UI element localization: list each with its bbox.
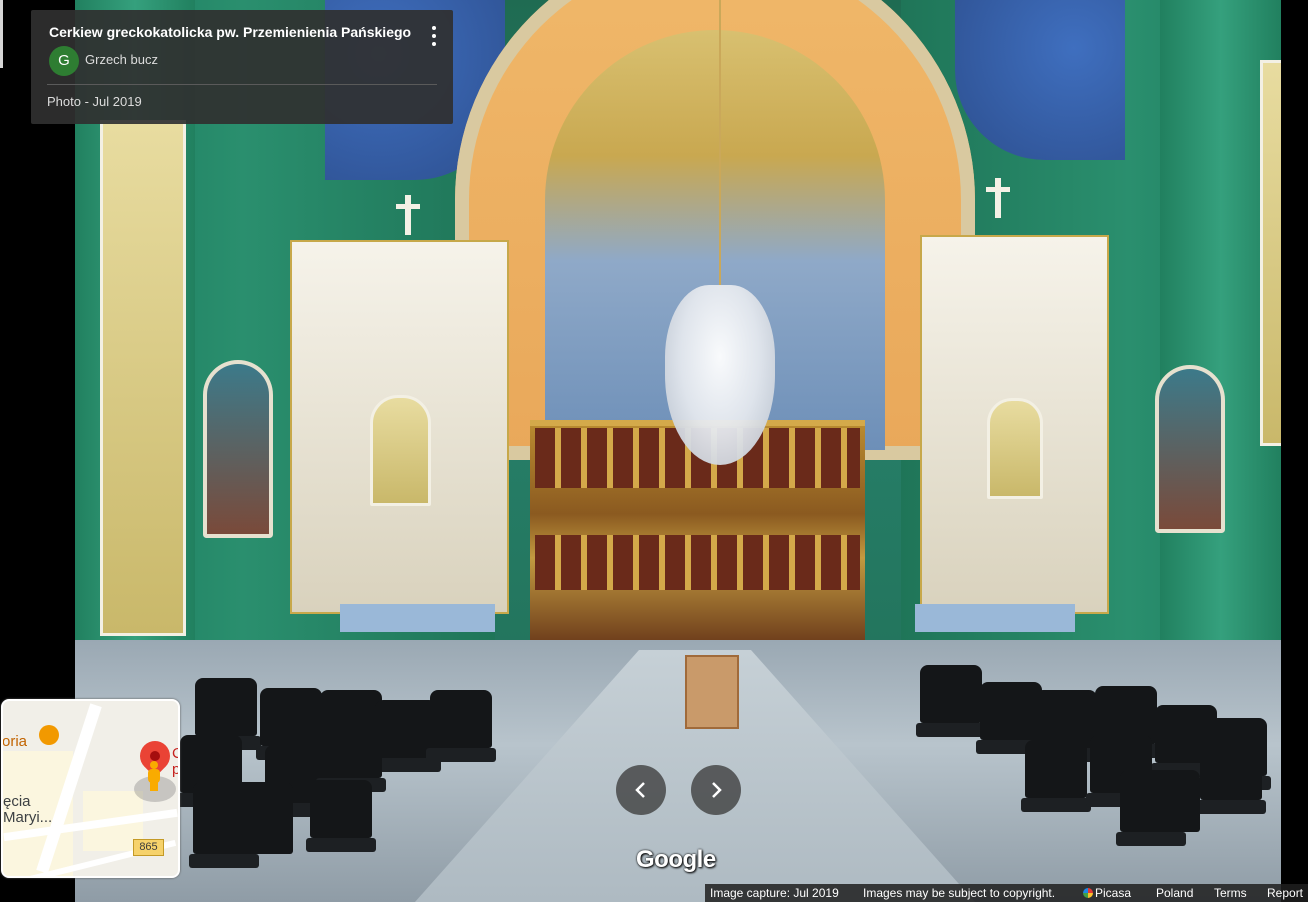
picasa-icon bbox=[1083, 888, 1093, 898]
left-edge-strip bbox=[0, 0, 3, 68]
pegman-legs bbox=[150, 781, 158, 791]
google-logo: Google bbox=[636, 846, 716, 873]
restaurant-icon bbox=[39, 725, 59, 745]
card-divider bbox=[47, 84, 437, 85]
chair bbox=[1196, 742, 1266, 814]
attribution-bar: Image capture: Jul 2019 Images may be su… bbox=[705, 884, 1308, 902]
chandelier-crystals bbox=[665, 285, 775, 465]
image-capture-date: Image capture: Jul 2019 bbox=[710, 886, 839, 900]
panorama-view[interactable] bbox=[75, 0, 1281, 902]
route-shield: 865 bbox=[133, 839, 164, 856]
map-label-place: C p bbox=[172, 746, 180, 778]
picasa-label: Picasa bbox=[1095, 886, 1132, 900]
report-link[interactable]: Report bbox=[1267, 886, 1303, 900]
chevron-left-icon bbox=[635, 782, 645, 798]
chair bbox=[256, 688, 326, 760]
terms-link[interactable]: Terms bbox=[1214, 886, 1247, 900]
chair bbox=[191, 678, 261, 750]
location-pin-dot bbox=[150, 751, 160, 761]
pegman-head bbox=[150, 761, 158, 769]
right-black-margin bbox=[1281, 0, 1308, 902]
chair bbox=[426, 690, 496, 762]
country-label[interactable]: Poland bbox=[1156, 886, 1193, 900]
photo-date: Photo - Jul 2019 bbox=[47, 94, 142, 109]
place-info-card: Cerkiew greckokatolicka pw. Przemienieni… bbox=[31, 10, 453, 124]
left-altar-table bbox=[340, 604, 495, 632]
left-ornament-panel bbox=[100, 120, 186, 636]
map-label-restaurant: oria bbox=[2, 733, 28, 750]
chair bbox=[976, 682, 1046, 754]
chair bbox=[1021, 740, 1091, 812]
place-title[interactable]: Cerkiew greckokatolicka pw. Przemienieni… bbox=[49, 24, 411, 40]
iconostasis-lower-row bbox=[535, 535, 860, 590]
left-altar-icon bbox=[370, 395, 431, 506]
right-ornament-panel bbox=[1260, 60, 1281, 446]
right-altar-table bbox=[915, 604, 1075, 632]
chair bbox=[189, 782, 293, 868]
pegman-icon[interactable] bbox=[148, 761, 160, 793]
right-altar-icon bbox=[987, 398, 1043, 499]
right-altar-cross bbox=[986, 178, 1010, 218]
author-avatar[interactable]: G bbox=[49, 46, 79, 76]
chandelier-cord bbox=[719, 0, 721, 290]
chair bbox=[316, 720, 386, 792]
chandelier bbox=[665, 0, 775, 495]
chair bbox=[916, 665, 986, 737]
picasa-link[interactable]: Picasa bbox=[1083, 886, 1131, 900]
more-options-icon[interactable] bbox=[427, 24, 441, 48]
chair bbox=[1116, 770, 1200, 846]
right-wall-icon bbox=[1155, 365, 1225, 533]
map-label-church: ęcia Maryi... bbox=[3, 793, 53, 826]
chevron-right-icon bbox=[712, 782, 722, 798]
next-photo-button[interactable] bbox=[691, 765, 741, 815]
author-name[interactable]: Grzech bucz bbox=[85, 52, 158, 67]
chair bbox=[306, 780, 376, 852]
left-wall-icon bbox=[203, 360, 273, 538]
left-altar-cross bbox=[396, 195, 420, 235]
copyright-notice: Images may be subject to copyright. bbox=[863, 886, 1056, 900]
minimap[interactable]: oria C p ęcia Maryi... 865 bbox=[1, 699, 180, 878]
lectern bbox=[685, 655, 739, 729]
previous-photo-button[interactable] bbox=[616, 765, 666, 815]
